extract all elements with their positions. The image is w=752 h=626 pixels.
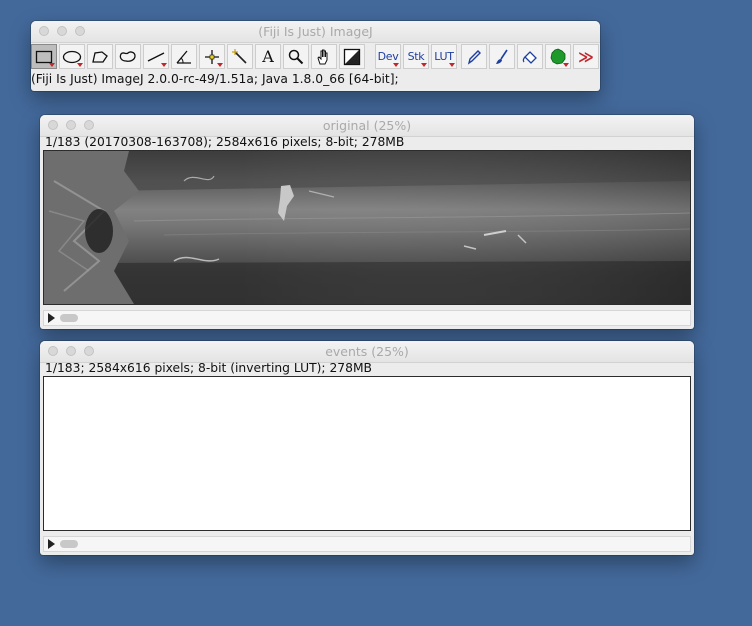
image-info: 1/183 (20170308-163708); 2584x616 pixels… bbox=[45, 135, 405, 149]
brush-icon bbox=[496, 49, 508, 64]
oval-icon bbox=[62, 50, 82, 63]
point-tool[interactable] bbox=[199, 44, 225, 69]
text-tool[interactable]: A bbox=[255, 44, 281, 69]
color-picker-icon bbox=[343, 48, 361, 65]
stack-slider[interactable] bbox=[43, 310, 691, 326]
lut-menu-icon: LUT bbox=[434, 50, 454, 63]
dev-tool[interactable]: Dev bbox=[375, 44, 401, 69]
polygon-icon bbox=[92, 50, 108, 63]
status-bar: (Fiji Is Just) ImageJ 2.0.0-rc-49/1.51a;… bbox=[31, 72, 399, 86]
image-window-original: original (25%) 1/183 (20170308-163708); … bbox=[40, 115, 694, 329]
magnifier-tool[interactable] bbox=[283, 44, 309, 69]
image-info: 1/183; 2584x616 pixels; 8-bit (inverting… bbox=[45, 361, 372, 375]
oval-tool[interactable] bbox=[59, 44, 85, 69]
flood-fill-icon bbox=[522, 50, 537, 64]
more-tools[interactable]: ≫ bbox=[573, 44, 599, 69]
color-picker-tool[interactable] bbox=[339, 44, 365, 69]
stack-menu-icon: Stk bbox=[407, 50, 425, 63]
window-title: (Fiji Is Just) ImageJ bbox=[258, 24, 373, 39]
wand-tool[interactable] bbox=[227, 44, 253, 69]
lut-tool[interactable]: LUT bbox=[431, 44, 457, 69]
rectangle-tool[interactable] bbox=[31, 44, 57, 69]
wand-icon bbox=[232, 48, 247, 64]
window-title: original (25%) bbox=[322, 118, 412, 133]
image-window-events: events (25%) 1/183; 2584x616 pixels; 8-b… bbox=[40, 341, 694, 555]
imagej-titlebar[interactable]: (Fiji Is Just) ImageJ bbox=[31, 21, 600, 43]
line-tool[interactable] bbox=[143, 44, 169, 69]
line-icon bbox=[147, 51, 165, 62]
rectangle-icon bbox=[35, 50, 53, 63]
toolbar: A Dev Stk LUT ≫ bbox=[31, 43, 600, 71]
image-canvas[interactable] bbox=[43, 376, 691, 531]
flood-fill-tool[interactable] bbox=[517, 44, 543, 69]
stack-slider[interactable] bbox=[43, 536, 691, 552]
stk-tool[interactable]: Stk bbox=[403, 44, 429, 69]
angle-icon bbox=[176, 50, 191, 64]
dev-menu-icon: Dev bbox=[377, 50, 399, 63]
text-icon: A bbox=[262, 47, 274, 66]
double-chevron-icon: ≫ bbox=[578, 47, 594, 66]
brush-tool[interactable] bbox=[489, 44, 515, 69]
hand-tool[interactable] bbox=[311, 44, 337, 69]
image-canvas[interactable] bbox=[43, 150, 691, 305]
play-icon[interactable] bbox=[48, 313, 55, 323]
microscopy-image bbox=[44, 151, 690, 304]
freehand-tool[interactable] bbox=[115, 44, 141, 69]
pencil-icon bbox=[467, 49, 481, 65]
play-icon[interactable] bbox=[48, 539, 55, 549]
hand-icon bbox=[317, 49, 328, 64]
angle-tool[interactable] bbox=[171, 44, 197, 69]
slider-thumb[interactable] bbox=[60, 314, 78, 322]
polygon-tool[interactable] bbox=[87, 44, 113, 69]
slider-thumb[interactable] bbox=[60, 540, 78, 548]
drawing-tools[interactable] bbox=[545, 44, 571, 69]
magnifier-icon bbox=[288, 49, 304, 64]
pencil-tool[interactable] bbox=[461, 44, 487, 69]
imagej-window: (Fiji Is Just) ImageJ A Dev Stk LUT ≫ (F… bbox=[31, 21, 600, 91]
original-titlebar[interactable]: original (25%) bbox=[40, 115, 694, 137]
freehand-icon bbox=[119, 50, 136, 62]
events-titlebar[interactable]: events (25%) bbox=[40, 341, 694, 363]
window-title: events (25%) bbox=[325, 344, 409, 359]
